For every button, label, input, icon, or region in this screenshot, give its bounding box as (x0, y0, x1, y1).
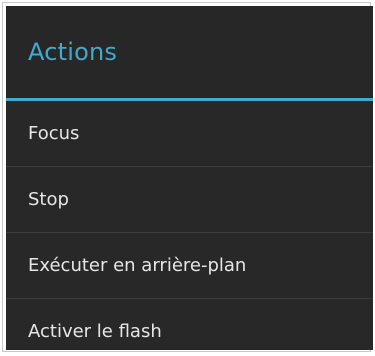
menu-item-focus[interactable]: Focus (6, 101, 373, 167)
menu-item-enable-flash[interactable]: Activer le flash (6, 299, 373, 350)
dialog-header: Actions (6, 6, 373, 98)
menu-item-label: Focus (28, 122, 80, 144)
action-list: Focus Stop Exécuter en arrière-plan Acti… (6, 101, 373, 350)
menu-item-label: Exécuter en arrière-plan (28, 254, 247, 276)
actions-dialog: Actions Focus Stop Exécuter en arrière-p… (6, 6, 373, 350)
menu-item-label: Activer le flash (28, 321, 162, 342)
menu-item-label: Stop (28, 188, 69, 210)
menu-item-stop[interactable]: Stop (6, 167, 373, 233)
menu-item-run-in-background[interactable]: Exécuter en arrière-plan (6, 233, 373, 299)
dialog-title: Actions (28, 38, 118, 66)
